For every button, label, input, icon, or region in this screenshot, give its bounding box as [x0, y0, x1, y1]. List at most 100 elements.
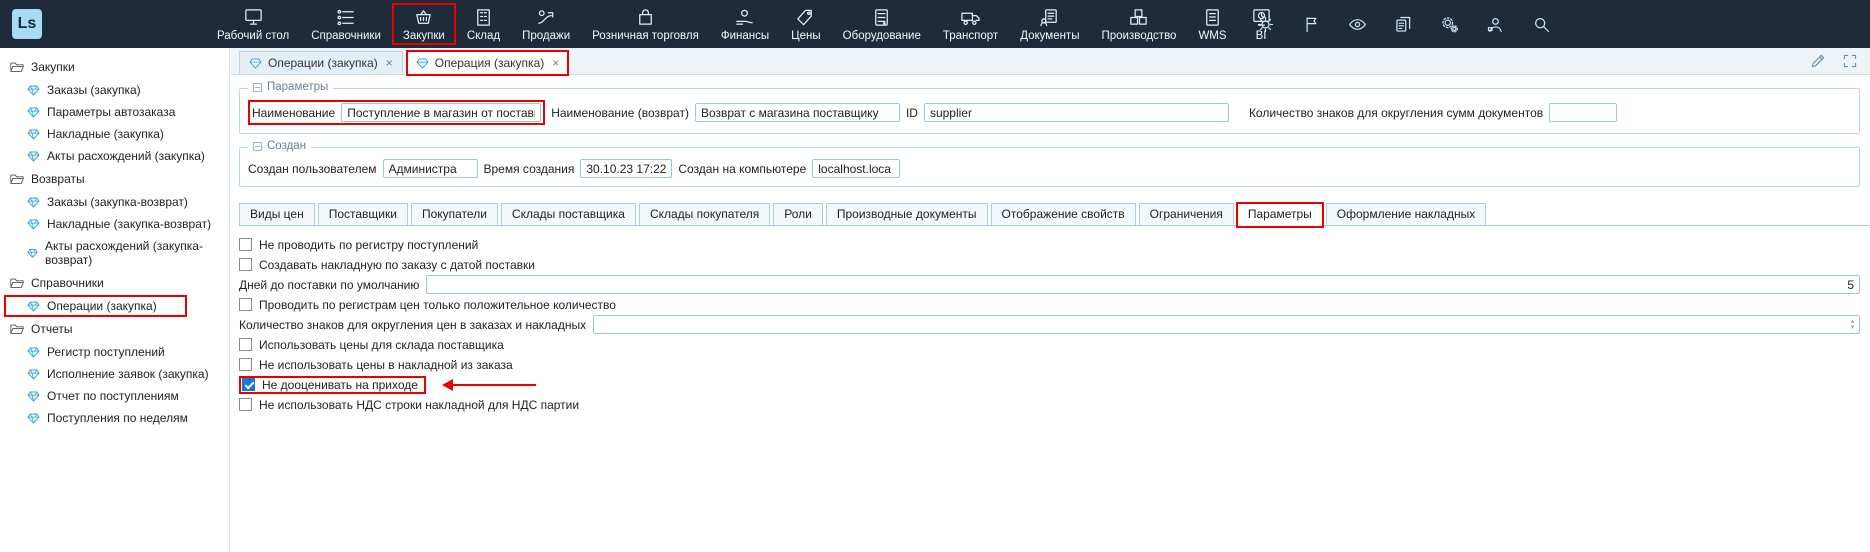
tab-otobrazhenie-svoystv[interactable]: Отображение свойств [991, 203, 1136, 225]
created-computer-input[interactable] [812, 159, 900, 178]
spinner-control[interactable]: ▲▼ [1847, 316, 1858, 333]
folder-icon [10, 323, 24, 335]
finance-icon [732, 7, 757, 28]
sidebar-item-nakladnye-zakupka[interactable]: Накладные (закупка) [0, 123, 229, 145]
id-input[interactable] [924, 103, 1229, 122]
sidebar-item-parametry-avtozakaza[interactable]: Параметры автозаказа [0, 101, 229, 123]
document-tab-bar: Операции (закупка) × Операция (закупка) … [231, 48, 1870, 75]
doc-tab-operation[interactable]: Операция (закупка) × [406, 51, 570, 74]
close-icon[interactable]: × [386, 56, 393, 70]
menu-item-rabochiy-stol[interactable]: Рабочий стол [206, 3, 300, 45]
sidebar-group-spravochniki[interactable]: Справочники [0, 271, 229, 295]
sidebar-item-nakladnye-vozvrat[interactable]: Накладные (закупка-возврат) [0, 213, 229, 235]
menu-item-oborudovanie[interactable]: Оборудование [832, 3, 932, 45]
sidebar-item-otchet-po-postupleniyam[interactable]: Отчет по поступлениям [0, 385, 229, 407]
name-input[interactable] [341, 103, 541, 122]
checkbox-ne-ispolzovat-tseny-iz-zakaza[interactable] [239, 358, 252, 371]
sidebar-tree: Закупки Заказы (закупка) Параметры автоз… [0, 48, 230, 552]
app-logo[interactable]: Ls [12, 9, 42, 39]
created-time-input[interactable] [580, 159, 672, 178]
menu-item-sklad[interactable]: Склад [456, 3, 511, 45]
tab-pokupateli[interactable]: Покупатели [411, 203, 498, 225]
option-row: Создавать накладную по заказу с датой по… [239, 255, 1862, 274]
tab-parametry[interactable]: Параметры [1237, 203, 1323, 226]
tab-roli[interactable]: Роли [773, 203, 823, 225]
created-by-input[interactable] [383, 159, 478, 178]
sidebar-item-zakazy-vozvrat[interactable]: Заказы (закупка-возврат) [0, 191, 229, 213]
tree-item-label: Акты расхождений (закупка-возврат) [45, 239, 219, 267]
checkbox-ne-dootsenivat-na-prikhode[interactable] [242, 378, 255, 391]
option-row: Не проводить по регистру поступлений [239, 235, 1862, 254]
tab-label: Оформление накладных [1337, 207, 1475, 221]
collapse-toggle-icon[interactable] [253, 142, 262, 151]
checkbox-provodit-po-registram-tsen[interactable] [239, 298, 252, 311]
tree-item-label: Операции (закупка) [47, 299, 157, 313]
truck-icon [958, 7, 983, 28]
brightness-icon[interactable] [1255, 14, 1276, 35]
tab-proizvodnye-dokumenty[interactable]: Производные документы [826, 203, 988, 225]
collapse-toggle-icon[interactable] [253, 83, 262, 92]
menu-item-zakupki[interactable]: Закупки [392, 3, 456, 45]
settings-gears-icon[interactable] [1439, 14, 1460, 35]
id-label: ID [906, 106, 918, 120]
created-time-label: Время создания [484, 162, 575, 176]
tab-postavshchiki[interactable]: Поставщики [318, 203, 408, 225]
production-icon [1126, 7, 1151, 28]
tab-label: Отображение свойств [1002, 207, 1125, 221]
tab-label: Виды цен [250, 207, 304, 221]
main-menu: Рабочий стол Справочники Закупки Склад П… [206, 3, 1285, 45]
sidebar-item-akty-raskhozhdeniy-vozvrat[interactable]: Акты расхождений (закупка-возврат) [0, 235, 229, 271]
flag-icon[interactable] [1301, 14, 1322, 35]
menu-item-transport[interactable]: Транспорт [932, 3, 1009, 45]
checkbox-ne-provodit-po-registru[interactable] [239, 238, 252, 251]
checkbox-sozdavat-nakladnuyu[interactable] [239, 258, 252, 271]
tree-item-label: Накладные (закупка-возврат) [47, 217, 211, 231]
search-icon[interactable] [1531, 14, 1552, 35]
menu-item-tseny[interactable]: Цены [780, 3, 832, 45]
tab-label: Роли [784, 207, 812, 221]
menu-item-label: Склад [467, 30, 500, 42]
doc-sum-rounding-input[interactable] [1549, 103, 1617, 122]
menu-item-dokumenty[interactable]: Документы [1009, 3, 1090, 45]
user-lock-icon[interactable] [1485, 14, 1506, 35]
tab-sklady-pokupatelya[interactable]: Склады покупателя [639, 203, 770, 225]
menu-item-proizvodstvo[interactable]: Производство [1090, 3, 1187, 45]
option-row-highlighted: Не дооценивать на приходе [239, 375, 1862, 394]
tree-group-label: Возвраты [31, 172, 85, 186]
tab-oformlenie-nakladnykh[interactable]: Оформление накладных [1326, 203, 1486, 225]
edit-pencil-icon[interactable] [1810, 53, 1826, 69]
sidebar-item-zakazy-zakupka[interactable]: Заказы (закупка) [0, 79, 229, 101]
tab-vidy-tsen[interactable]: Виды цен [239, 203, 315, 225]
tab-sklady-postavshchika[interactable]: Склады поставщика [501, 203, 636, 225]
sidebar-item-registr-postupleniy[interactable]: Регистр поступлений [0, 341, 229, 363]
doc-tab-operations-list[interactable]: Операции (закупка) × [239, 51, 403, 74]
sidebar-group-vozvraty[interactable]: Возвраты [0, 167, 229, 191]
sidebar-item-postupleniya-po-nedelyam[interactable]: Поступления по неделям [0, 407, 229, 429]
tab-label: Параметры [1248, 207, 1312, 221]
doc-tab-label: Операции (закупка) [268, 56, 378, 70]
created-groupbox: Создан Создан пользователем Время создан… [239, 147, 1860, 187]
sidebar-group-otchety[interactable]: Отчеты [0, 317, 229, 341]
sidebar-item-operatsii-zakupka[interactable]: Операции (закупка) [0, 295, 229, 317]
menu-item-roznichnaya-torgovlya[interactable]: Розничная торговля [581, 3, 710, 45]
sidebar-group-zakupki[interactable]: Закупки [0, 55, 229, 79]
close-icon[interactable]: × [552, 56, 559, 70]
tab-ogranicheniya[interactable]: Ограничения [1139, 203, 1234, 225]
price-rounding-input[interactable] [593, 315, 1860, 334]
copy-icon[interactable] [1393, 14, 1414, 35]
menu-item-spravochniki[interactable]: Справочники [300, 3, 392, 45]
diamond-icon [27, 107, 40, 118]
checkbox-ne-ispolzovat-nds[interactable] [239, 398, 252, 411]
sidebar-item-akty-raskhozhdeniy-zakupka[interactable]: Акты расхождений (закупка) [0, 145, 229, 167]
maximize-icon[interactable] [1842, 53, 1858, 69]
menu-item-prodazhi[interactable]: Продажи [511, 3, 581, 45]
return-name-input[interactable] [695, 103, 900, 122]
menu-item-wms[interactable]: WMS [1187, 3, 1237, 45]
days-default-input[interactable] [426, 275, 1860, 294]
checkbox-ispolzovat-tseny-sklada[interactable] [239, 338, 252, 351]
tree-item-label: Регистр поступлений [47, 345, 165, 359]
menu-item-finansy[interactable]: Финансы [710, 3, 780, 45]
sidebar-item-ispolnenie-zayavok[interactable]: Исполнение заявок (закупка) [0, 363, 229, 385]
eye-icon[interactable] [1347, 14, 1368, 35]
wms-icon [1200, 7, 1225, 28]
